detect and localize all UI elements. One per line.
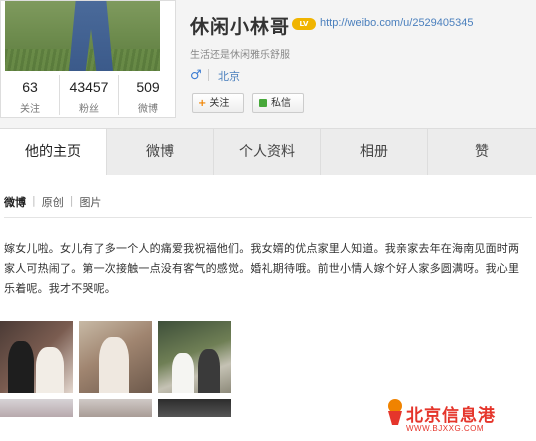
post-photo[interactable] [0, 321, 73, 393]
message-button[interactable]: 私信 [252, 93, 304, 113]
photo-figure [36, 347, 64, 393]
profile-tagline: 生活还是休闲雅乐舒服 [190, 50, 290, 61]
feed-divider [4, 217, 532, 218]
filter-divider: | [32, 194, 36, 207]
profile-card: 63 关注 43457 粉丝 509 微博 [0, 0, 176, 118]
feed-filter: 微博 | 原创 | 图片 [4, 194, 101, 210]
location-link[interactable]: 北京 [218, 68, 240, 84]
follow-button[interactable]: + 关注 [192, 93, 244, 113]
filter-divider: | [69, 194, 74, 207]
tab-home[interactable]: 他的主页 [0, 129, 107, 175]
follow-button-label: 关注 [209, 98, 230, 109]
stat-value: 43457 [69, 79, 109, 95]
profile-name: 休闲小林哥 [190, 16, 291, 38]
photo-figure [8, 341, 34, 393]
photo-figure [99, 337, 129, 393]
plus-icon: + [198, 98, 207, 109]
post-photo[interactable] [0, 399, 73, 417]
stat-following[interactable]: 63 关注 [1, 75, 60, 115]
post-photo[interactable] [158, 321, 231, 393]
stat-label: 关注 [20, 104, 40, 115]
watermark-name: 北京信息港 [406, 406, 496, 426]
stat-label: 粉丝 [79, 104, 99, 115]
filter-original[interactable]: 原创 [42, 194, 64, 210]
profile-url-link[interactable]: http://weibo.com/u/2529405345 [320, 17, 474, 29]
filter-images[interactable]: 图片 [79, 194, 101, 210]
stat-label: 微博 [138, 104, 158, 115]
tab-weibo[interactable]: 微博 [107, 129, 214, 175]
photo-figure [172, 353, 194, 393]
stat-followers[interactable]: 43457 粉丝 [60, 75, 119, 115]
site-watermark: 北京信息港 WWW.BJXXG.COM [384, 393, 532, 437]
filter-weibo[interactable]: 微博 [4, 194, 26, 210]
post-text: 嫁女儿啦。女儿有了多一个人的痛爱我祝福他们。我女婿的优点家里人知道。我亲家去年在… [4, 242, 520, 295]
stat-value: 509 [136, 79, 160, 95]
post-photo[interactable] [79, 399, 152, 417]
photo-figure [198, 349, 220, 393]
message-button-label: 私信 [271, 98, 291, 109]
profile-stats: 63 关注 43457 粉丝 509 微博 [1, 75, 177, 115]
divider [208, 69, 209, 81]
profile-tabs: 他的主页 微博 个人资料 相册 赞 [0, 128, 536, 176]
post-photo[interactable] [158, 399, 231, 417]
tab-profile-info[interactable]: 个人资料 [214, 129, 321, 175]
post-photo[interactable] [79, 321, 152, 393]
message-icon [259, 99, 267, 107]
tab-likes[interactable]: 赞 [428, 129, 536, 175]
stat-posts[interactable]: 509 微博 [119, 75, 177, 115]
avatar[interactable] [5, 1, 160, 71]
tab-album[interactable]: 相册 [321, 129, 428, 175]
watermark-logo-icon [388, 399, 402, 425]
level-badge[interactable]: LV [292, 18, 316, 30]
watermark-url: WWW.BJXXG.COM [406, 424, 485, 433]
male-icon: ♂ [190, 68, 202, 83]
stat-value: 63 [22, 79, 38, 95]
